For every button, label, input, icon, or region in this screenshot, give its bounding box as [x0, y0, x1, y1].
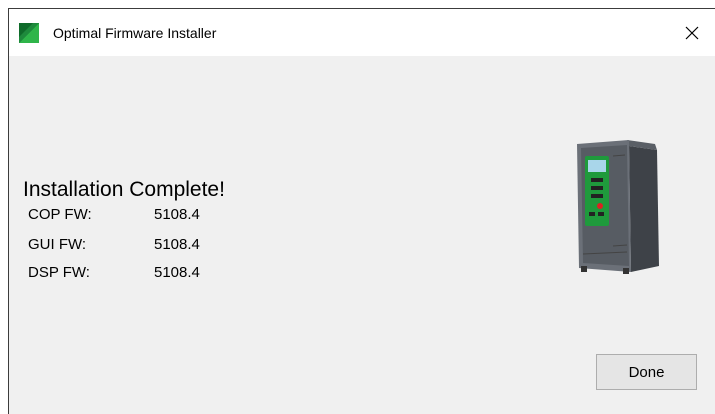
fw-row-gui: GUI FW: 5108.4 [28, 236, 200, 253]
fw-label: GUI FW: [28, 236, 87, 253]
fw-value: 5108.4 [154, 236, 200, 253]
fw-label: DSP FW: [28, 264, 90, 281]
app-logo-icon [19, 23, 39, 43]
done-button[interactable]: Done [596, 354, 697, 390]
drive-device-image [577, 140, 659, 274]
content-area: Installation Complete! COP FW: 5108.4 GUI… [9, 56, 715, 414]
close-button[interactable] [669, 9, 715, 56]
status-heading: Installation Complete! [23, 178, 225, 201]
fw-row-cop: COP FW: 5108.4 [28, 206, 200, 223]
close-icon [685, 26, 699, 39]
fw-label: COP FW: [28, 206, 92, 223]
installer-window: Optimal Firmware Installer Installation … [8, 8, 715, 414]
fw-value: 5108.4 [154, 264, 200, 281]
title-bar[interactable]: Optimal Firmware Installer [9, 9, 715, 56]
fw-row-dsp: DSP FW: 5108.4 [28, 264, 200, 281]
window-title: Optimal Firmware Installer [53, 25, 217, 41]
fw-value: 5108.4 [154, 206, 200, 223]
